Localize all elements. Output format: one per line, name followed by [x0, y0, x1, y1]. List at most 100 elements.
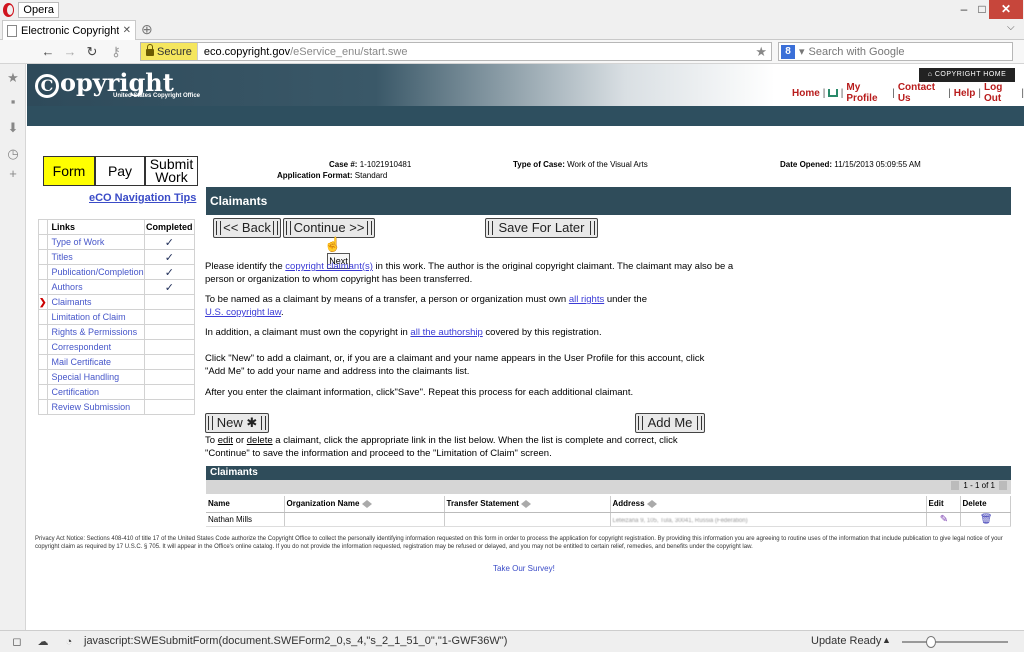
list-item: Correspondent [38, 339, 196, 355]
completed-cell [143, 339, 196, 355]
cart-icon[interactable] [828, 89, 838, 97]
edit-delete-text: To [205, 435, 218, 446]
panel-toggle-icon[interactable]: ◻ [10, 635, 24, 649]
links-table-body: Type of Work ✓ Titles ✓ Publication/Completi… [38, 234, 196, 415]
col-organization-name[interactable]: Organization Name [284, 496, 445, 513]
application-format: Application Format: Standard [277, 171, 387, 180]
url-field[interactable]: Secure eco.copyright.gov /eService_enu/s… [140, 42, 772, 61]
checkmark-icon: ✓ [143, 264, 196, 280]
sidebar-link[interactable]: Certification [46, 384, 145, 400]
date-opened: Date Opened: 11/15/2013 05:09:55 AM [780, 160, 921, 169]
claimant-transfer [444, 512, 611, 527]
forward-arrow-icon[interactable]: → [62, 44, 78, 60]
col-transfer-statement[interactable]: Transfer Statement [444, 496, 611, 513]
claimants-table-header: Name Organization Name Transfer Statemen… [206, 496, 1011, 513]
edit-link[interactable]: edit [218, 435, 233, 446]
sidebar-link[interactable]: Publication/Completion [46, 264, 145, 280]
copyright-home-button[interactable]: ⌂ COPYRIGHT HOME [919, 68, 1015, 82]
marker-cell [38, 384, 48, 400]
add-panel-icon[interactable]: + [5, 166, 21, 182]
nav-contact-us[interactable]: Contact Us [898, 82, 945, 104]
new-tab-icon[interactable]: ⊕ [141, 22, 155, 36]
completed-cell [143, 369, 196, 385]
col-name[interactable]: Name [206, 496, 285, 513]
intro-paragraph: Please identify the copyright claimant(s… [205, 260, 745, 286]
sidebar-link[interactable]: Type of Work [46, 234, 145, 250]
list-item: Mail Certificate [38, 354, 196, 370]
nav-log-out[interactable]: Log Out [984, 82, 1018, 104]
delete-link[interactable]: delete [247, 435, 273, 446]
speed-icon[interactable]: ◔ [62, 635, 76, 649]
reload-icon[interactable]: ↻ [84, 44, 100, 60]
table-row: Nathan Mills Leteizana 9, 105, Tula, 300… [206, 512, 1011, 527]
google-icon[interactable]: 8 [781, 44, 795, 59]
authorship-text: In addition, a claimant must own the cop… [205, 327, 411, 338]
all-the-authorship-link[interactable]: all the authorship [410, 327, 482, 338]
continue-button[interactable]: Continue >> [283, 218, 375, 238]
nav-my-profile[interactable]: My Profile [846, 82, 889, 104]
take-survey-link[interactable]: Take Our Survey! [493, 564, 555, 573]
notes-icon[interactable]: ▪ [5, 94, 21, 110]
back-arrow-icon[interactable]: ← [40, 44, 56, 60]
sidebar-link[interactable]: Mail Certificate [46, 354, 145, 370]
tab-menu-chevron-icon[interactable]: ⌵ [1007, 22, 1015, 33]
sidebar-link[interactable]: Titles [46, 249, 145, 265]
nav-help[interactable]: Help [954, 88, 976, 99]
edit-delete-text-rest: a claimant, click the appropriate link i… [205, 435, 678, 459]
key-icon[interactable]: ⚷ [108, 44, 124, 60]
url-path: /eService_enu/start.swe [290, 45, 408, 58]
list-item: Type of Work ✓ [38, 234, 196, 250]
update-ready[interactable]: Update Ready [811, 635, 881, 647]
step-form[interactable]: Form [43, 156, 95, 186]
opera-menu-button[interactable]: Opera [3, 1, 59, 18]
cloud-icon[interactable]: ☁ [36, 635, 50, 649]
back-button[interactable]: << Back [213, 218, 281, 238]
save-for-later-button[interactable]: Save For Later [485, 218, 598, 238]
search-dropdown-icon[interactable]: ▾ [799, 45, 805, 58]
sort-icon[interactable] [521, 500, 532, 509]
secure-badge[interactable]: Secure [141, 43, 198, 60]
marker-cell [38, 354, 48, 370]
edit-pencil-icon[interactable]: ✎ [926, 512, 961, 527]
bookmark-star-icon[interactable]: ★ [755, 44, 767, 60]
step-pay[interactable]: Pay [95, 156, 145, 186]
sort-icon[interactable] [646, 500, 657, 509]
pager-prev-icon[interactable] [951, 481, 960, 490]
claimant-address: Leteizana 9, 105, Tula, 30041, Russia (F… [610, 512, 927, 527]
zoom-slider[interactable] [902, 641, 1008, 643]
zoom-slider-knob[interactable] [926, 636, 936, 648]
sidebar-link[interactable]: Claimants [46, 294, 145, 310]
page-favicon-icon [7, 24, 17, 37]
search-input[interactable]: 8 ▾ Search with Google [778, 42, 1013, 61]
nav-home[interactable]: Home [792, 88, 820, 99]
col-address[interactable]: Address [610, 496, 927, 513]
tab-close-icon[interactable]: ✕ [123, 25, 131, 36]
step-submit-work[interactable]: Submit Work [145, 156, 198, 186]
sidebar-link[interactable]: Authors [46, 279, 145, 295]
minimize-icon[interactable]: – [954, 0, 974, 19]
bookmarks-star-icon[interactable]: ★ [5, 70, 21, 86]
downloads-icon[interactable]: ⬇ [5, 120, 21, 136]
links-column-header: Links [46, 219, 145, 235]
list-item: Rights & Permissions [38, 324, 196, 340]
history-clock-icon[interactable]: ◷ [5, 146, 21, 162]
hand-cursor-icon: ☝ [324, 236, 342, 252]
zoom-triangle-icon[interactable]: ▲ [882, 635, 891, 645]
new-button[interactable]: New ✱ [205, 413, 269, 433]
all-rights-link[interactable]: all rights [569, 294, 604, 305]
sidebar-link[interactable]: Rights & Permissions [46, 324, 145, 340]
pager-next-icon[interactable] [999, 481, 1007, 490]
us-copyright-law-link[interactable]: U.S. copyright law [205, 307, 281, 318]
sidebar-link[interactable]: Limitation of Claim [46, 309, 145, 325]
sidebar-link[interactable]: Special Handling [46, 369, 145, 385]
sort-icon[interactable] [361, 500, 372, 509]
navigation-tips-link[interactable]: eCO Navigation Tips [89, 192, 196, 204]
sidebar-link[interactable]: Correspondent [46, 339, 145, 355]
sidebar-link[interactable]: Review Submission [46, 399, 145, 415]
close-window-icon[interactable]: ✕ [989, 0, 1023, 19]
delete-trash-icon[interactable]: 🗑 [960, 512, 1011, 527]
browser-tab[interactable]: Electronic Copyright O... ✕ [2, 20, 136, 40]
add-me-button[interactable]: Add Me [635, 413, 705, 433]
secure-label: Secure [157, 45, 192, 58]
copyright-claimants-link[interactable]: copyright claimant(s) [285, 261, 373, 272]
